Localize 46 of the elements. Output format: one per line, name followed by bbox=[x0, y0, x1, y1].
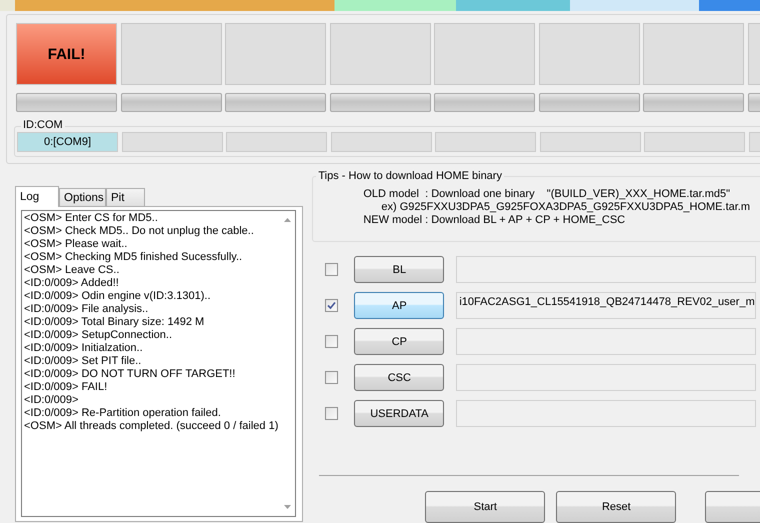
action-button[interactable]: Start bbox=[425, 491, 546, 523]
tip-text: NEW model : Download BL + AP + CP + HOME_CSC bbox=[362, 214, 626, 227]
checkbox[interactable] bbox=[325, 335, 338, 348]
com-port-cell: 0:[COM9] bbox=[17, 132, 118, 152]
checkbox[interactable] bbox=[325, 299, 338, 312]
scroll-up-icon[interactable] bbox=[284, 218, 292, 222]
log-line: <ID:0/009> DO NOT TURN OFF TARGET!! bbox=[24, 368, 236, 381]
group-label: Tips - How to download HOME binary bbox=[316, 170, 504, 182]
log-line: <ID:0/009> Total Binary size: 1492 M bbox=[24, 316, 206, 329]
tip-text: ex) G925FXXU3DPA5_G925FOXA3DPA5_G925FXXU3DPA5_HOME.tar.m bbox=[380, 201, 752, 214]
log-line: <OSM> Please wait.. bbox=[24, 238, 128, 251]
log-line: <ID:0/009> Odin engine v(ID:3.1301).. bbox=[24, 290, 212, 303]
log-line: <OSM> Checking MD5 finished Sucessfully.. bbox=[24, 251, 244, 264]
log-line: <ID:0/009> FAIL! bbox=[24, 381, 108, 394]
action-button[interactable]: Reset bbox=[556, 491, 676, 523]
log-line: <OSM> All threads completed. (succeed 0 / failed 1) bbox=[24, 420, 278, 433]
log-line: <ID:0/009> File analysis.. bbox=[24, 303, 150, 316]
file-button[interactable]: CSC bbox=[354, 364, 444, 391]
log-line: <ID:0/009> Re-Partition operation failed. bbox=[24, 407, 222, 420]
file-path-field[interactable] bbox=[456, 328, 756, 355]
file-path-field[interactable] bbox=[456, 400, 756, 427]
log-line: <OSM> Leave CS.. bbox=[24, 264, 120, 277]
tab[interactable]: Options bbox=[59, 188, 106, 206]
checkbox[interactable] bbox=[325, 263, 338, 276]
log-line: <ID:0/009> SetupConnection.. bbox=[24, 329, 173, 342]
tip-text: OLD model : Download one binary "(BUILD_VER)_XXX_HOME.tar.md5" bbox=[362, 188, 732, 201]
tab[interactable]: Log bbox=[15, 186, 59, 207]
log-line: <ID:0/009> Added!! bbox=[24, 277, 120, 290]
checkbox[interactable] bbox=[325, 407, 338, 420]
log-line: <OSM> Check MD5.. Do not unplug the cable.. bbox=[24, 225, 255, 238]
file-path-field[interactable]: i10FAC2ASG1_CL15541918_QB24714478_REV02_user_m bbox=[456, 292, 756, 319]
checkbox[interactable] bbox=[325, 371, 338, 384]
log-line: <ID:0/009> bbox=[24, 394, 80, 407]
file-button[interactable]: BL bbox=[354, 256, 444, 283]
group-label: ID:COM bbox=[21, 119, 65, 131]
log-line: <ID:0/009> Set PIT file.. bbox=[24, 355, 142, 368]
status-slot: FAIL! bbox=[16, 23, 117, 85]
file-button[interactable]: CP bbox=[354, 328, 444, 355]
scroll-down-icon[interactable] bbox=[284, 505, 292, 509]
file-button[interactable]: AP bbox=[354, 292, 444, 319]
log-line: <ID:0/009> Initialzation.. bbox=[24, 342, 144, 355]
file-path-field[interactable] bbox=[456, 364, 756, 391]
log-line: <OSM> Enter CS for MD5.. bbox=[24, 212, 159, 225]
file-button[interactable]: USERDATA bbox=[354, 400, 444, 427]
file-path-field[interactable] bbox=[456, 256, 756, 283]
tab[interactable]: Pit bbox=[106, 188, 145, 206]
